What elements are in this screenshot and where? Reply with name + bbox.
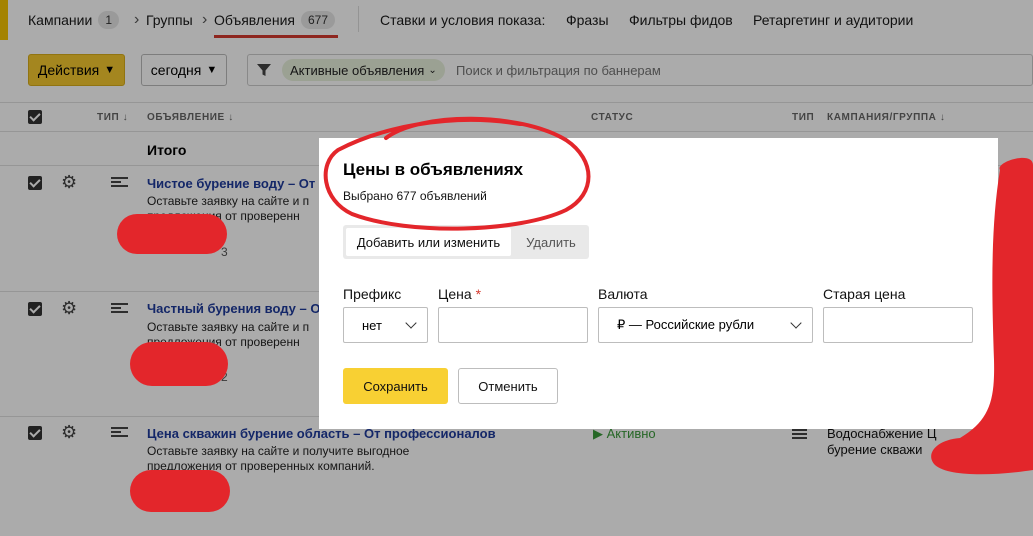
currency-select[interactable]: ₽ — Российские рубли — [598, 307, 813, 343]
required-marker: * — [475, 286, 482, 302]
chevron-down-icon — [790, 317, 802, 329]
chevron-down-icon — [405, 317, 417, 329]
prefix-select[interactable]: нет — [343, 307, 428, 343]
old-price-input[interactable] — [823, 307, 973, 343]
currency-label: Валюта — [598, 286, 648, 302]
prefix-value: нет — [362, 317, 382, 333]
modal-title: Цены в объявлениях — [343, 160, 524, 179]
selected-count-text: Выбрано 677 объявлений — [343, 189, 487, 203]
price-input[interactable] — [438, 307, 588, 343]
cancel-button[interactable]: Отменить — [458, 368, 558, 404]
mode-switch: Добавить или изменить Удалить — [343, 225, 589, 259]
tab-add-or-change[interactable]: Добавить или изменить — [346, 228, 511, 256]
currency-value: ₽ — Российские рубли — [617, 317, 755, 332]
save-button[interactable]: Сохранить — [343, 368, 448, 404]
prices-modal: Цены в объявлениях Выбрано 677 объявлени… — [319, 138, 998, 429]
tab-delete[interactable]: Удалить — [515, 228, 587, 256]
prefix-label: Префикс — [343, 286, 402, 302]
price-label: Цена * — [438, 286, 482, 302]
old-price-label: Старая цена — [823, 286, 906, 302]
